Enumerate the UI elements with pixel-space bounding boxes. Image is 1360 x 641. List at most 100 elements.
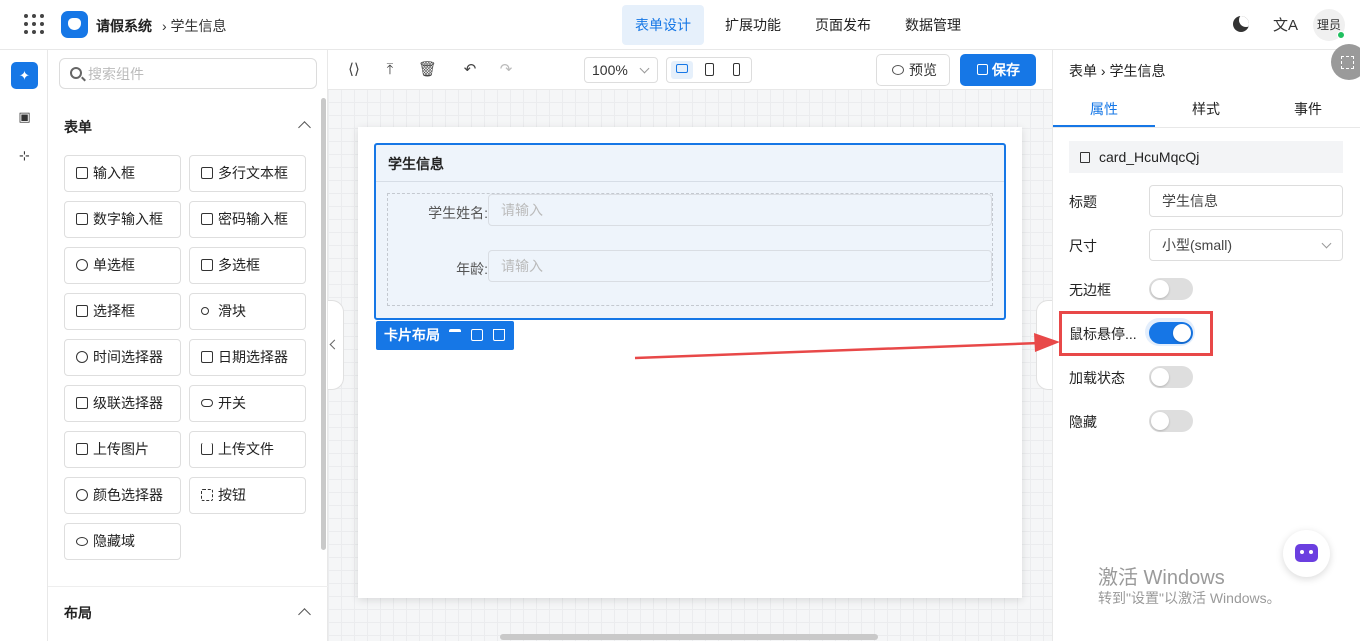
component-label: 颜色选择器 [93, 487, 163, 503]
component-date-picker[interactable]: 日期选择器 [189, 339, 306, 376]
mobile-icon[interactable] [725, 61, 747, 79]
component-button[interactable]: 按钮 [189, 477, 306, 514]
palette-scrollbar[interactable] [321, 98, 326, 550]
tablet-icon[interactable] [698, 61, 720, 79]
save-button[interactable]: 保存 [960, 54, 1036, 86]
component-label: 滑块 [218, 303, 246, 319]
component-label: 按钮 [218, 487, 246, 503]
chevron-left-icon [329, 339, 340, 350]
component-label: 数字输入框 [93, 211, 163, 227]
calendar-icon [201, 351, 213, 363]
nav-form-design[interactable]: 表单设计 [622, 5, 704, 45]
lock-icon [201, 213, 213, 225]
component-upload-file[interactable]: 上传文件 [189, 431, 306, 468]
component-switch[interactable]: 开关 [189, 385, 306, 422]
move-top-icon[interactable] [449, 329, 461, 341]
hidden-toggle[interactable] [1149, 410, 1193, 432]
tab-properties[interactable]: 属性 [1053, 92, 1155, 127]
title-input[interactable]: 学生信息 [1149, 185, 1343, 217]
loading-toggle[interactable] [1149, 366, 1193, 388]
undo-icon[interactable]: ↶ [462, 62, 478, 78]
component-search[interactable] [59, 58, 317, 89]
puzzle-icon[interactable]: ✦ [11, 62, 38, 89]
apps-grid-icon[interactable] [24, 14, 44, 34]
component-color-picker[interactable]: 颜色选择器 [64, 477, 181, 514]
nav-data-management[interactable]: 数据管理 [892, 5, 974, 45]
collapse-left-handle[interactable] [328, 300, 344, 390]
left-rail: ✦ ▣ ⊹ [0, 50, 48, 641]
collapse-form-chevron-icon[interactable] [298, 121, 311, 134]
app-logo [61, 11, 88, 38]
component-time-picker[interactable]: 时间选择器 [64, 339, 181, 376]
pencil-icon [76, 167, 88, 179]
card-layout[interactable]: 学生信息 学生姓名: 年龄: [374, 143, 1006, 320]
component-palette: 表单 输入框 多行文本框 数字输入框 密码输入框 单选框 多选框 选择框 滑块 … [48, 50, 328, 641]
component-label: 开关 [218, 395, 246, 411]
component-radio[interactable]: 单选框 [64, 247, 181, 284]
code-icon[interactable]: ⟨⟩ [346, 62, 362, 78]
dark-mode-icon[interactable] [1233, 16, 1249, 32]
canvas-horizontal-scrollbar[interactable] [500, 634, 878, 640]
no-border-toggle[interactable] [1149, 278, 1193, 300]
form-page: 学生信息 学生姓名: 年龄: [358, 127, 1022, 598]
textarea-icon [201, 167, 213, 179]
toggle-label-no-border: 无边框 [1069, 282, 1111, 298]
top-breadcrumb[interactable]: › 学生信息 [162, 16, 227, 36]
component-input[interactable]: 输入框 [64, 155, 181, 192]
button-icon [201, 489, 213, 501]
tree-icon[interactable]: ⊹ [11, 142, 38, 169]
zoom-select[interactable]: 100% [584, 57, 658, 83]
export-icon[interactable]: ⤒ [382, 62, 398, 78]
palette-icon [76, 489, 88, 501]
search-icon [70, 67, 82, 79]
eye-icon [892, 65, 904, 75]
component-select[interactable]: 选择框 [64, 293, 181, 330]
nav-extensions[interactable]: 扩展功能 [712, 5, 794, 45]
preview-button[interactable]: 预览 [876, 54, 950, 86]
component-password-input[interactable]: 密码输入框 [189, 201, 306, 238]
card-layout-tag[interactable]: 卡片布局 [376, 321, 514, 350]
redo-icon[interactable]: ↷ [498, 62, 514, 78]
tab-styles[interactable]: 样式 [1155, 92, 1257, 127]
collapse-layout-chevron-icon[interactable] [298, 608, 311, 621]
code-box-icon[interactable]: ▣ [11, 103, 38, 130]
component-checkbox[interactable]: 多选框 [189, 247, 306, 284]
expand-icon[interactable] [1331, 44, 1360, 80]
windows-activation-hint: 转到"设置"以激活 Windows。 [1098, 590, 1281, 606]
card-title: 学生信息 [388, 156, 444, 172]
search-input[interactable] [88, 63, 308, 85]
component-number-input[interactable]: 数字输入框 [64, 201, 181, 238]
tab-events[interactable]: 事件 [1257, 92, 1359, 127]
chevron-down-icon [639, 63, 650, 74]
slider-icon [201, 307, 209, 315]
avatar[interactable]: 理员 [1313, 9, 1345, 41]
component-cascader[interactable]: 级联选择器 [64, 385, 181, 422]
component-slider[interactable]: 滑块 [189, 293, 306, 330]
upload-icon [201, 443, 213, 455]
size-value: 小型(small) [1162, 237, 1232, 253]
delete-icon[interactable] [493, 329, 505, 341]
avatar-text: 理员 [1316, 18, 1341, 32]
props-tabs: 属性 样式 事件 [1053, 92, 1360, 128]
age-input[interactable] [488, 250, 992, 282]
windows-activation-title: 激活 Windows [1098, 567, 1225, 589]
eye-off-icon [76, 537, 88, 546]
size-select[interactable]: 小型(small) [1149, 229, 1343, 261]
highlight-box [1059, 311, 1213, 356]
nav-page-publish[interactable]: 页面发布 [802, 5, 884, 45]
student-name-input[interactable] [488, 194, 992, 226]
copy-icon[interactable] [471, 329, 483, 341]
component-upload-image[interactable]: 上传图片 [64, 431, 181, 468]
document-icon [1080, 152, 1090, 163]
component-label: 多选框 [218, 257, 260, 273]
component-hidden-field[interactable]: 隐藏域 [64, 523, 181, 560]
robot-icon [1295, 544, 1318, 562]
collapse-right-handle[interactable] [1036, 300, 1052, 390]
trash-icon[interactable]: 🗑 [418, 62, 437, 78]
translate-icon[interactable]: 文A [1273, 14, 1298, 35]
component-label: 隐藏域 [93, 533, 135, 549]
assistant-bot-button[interactable] [1283, 530, 1330, 577]
desktop-icon[interactable] [671, 61, 693, 79]
component-textarea[interactable]: 多行文本框 [189, 155, 306, 192]
save-icon [977, 64, 988, 75]
